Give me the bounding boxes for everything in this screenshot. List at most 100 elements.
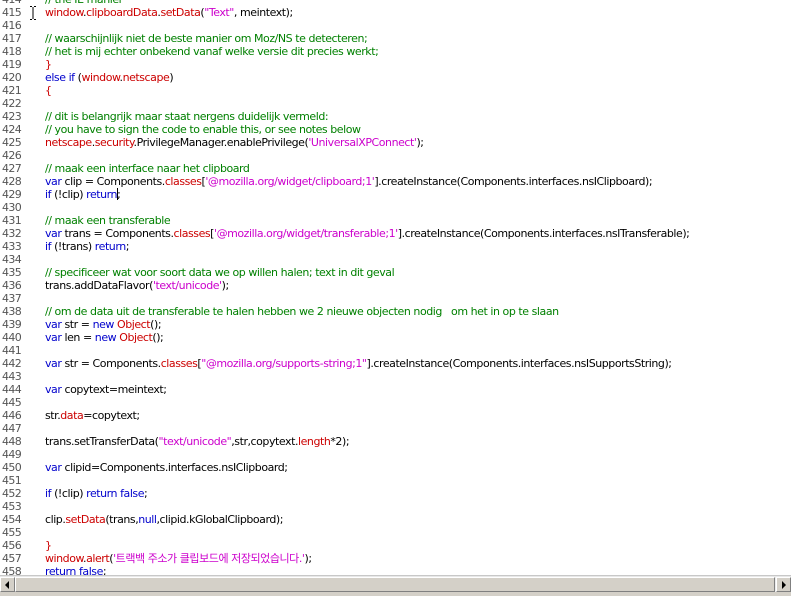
scrollbar-thumb[interactable] xyxy=(15,577,775,592)
code-token: // maak een interface naar het clipboard xyxy=(45,162,250,175)
code-token: 'text/unicode' xyxy=(152,279,222,292)
code-token: { xyxy=(45,84,52,97)
code-line[interactable]: 439 var str = new Object(); xyxy=(0,318,791,331)
line-text: clip.setData(trans,null,clipid.kGlobalCl… xyxy=(45,513,283,526)
code-line[interactable]: 419} xyxy=(0,58,791,71)
code-line[interactable]: 445 xyxy=(0,396,791,409)
code-token: (!clip) xyxy=(51,487,87,500)
code-token: setData xyxy=(65,513,106,526)
code-token: var xyxy=(45,383,62,396)
code-token: str = Components. xyxy=(61,357,161,370)
code-token: (); xyxy=(152,331,164,344)
code-line[interactable]: 455 xyxy=(0,526,791,539)
line-number: 425 xyxy=(2,136,22,149)
code-line[interactable]: 427 // maak een interface naar het clipbo… xyxy=(0,162,791,175)
line-number: 420 xyxy=(2,71,22,84)
code-token: security xyxy=(94,136,134,149)
line-number: 455 xyxy=(2,526,22,539)
code-line[interactable]: 421 { xyxy=(0,84,791,97)
code-line[interactable]: 454 clip.setData(trans,null,clipid.kGloba… xyxy=(0,513,791,526)
code-line[interactable]: 416 xyxy=(0,19,791,32)
code-line[interactable]: 458 return false; xyxy=(0,565,791,575)
code-line[interactable]: 436 trans.addDataFlavor('text/unicode'); xyxy=(0,279,791,292)
line-number: 432 xyxy=(2,227,22,240)
scroll-right-button[interactable] xyxy=(776,577,791,592)
code-line[interactable]: 438 // om de data uit de transferable te … xyxy=(0,305,791,318)
code-line[interactable]: 430 xyxy=(0,201,791,214)
line-number: 421 xyxy=(2,84,22,97)
code-token: 'UniversalXPConnect' xyxy=(308,136,417,149)
code-token: "@mozilla.org/supports-string;1" xyxy=(201,357,367,370)
line-number: 430 xyxy=(2,201,22,214)
code-line[interactable]: 442 var str = Components.classes["@mozill… xyxy=(0,357,791,370)
code-token: *2); xyxy=(330,435,350,448)
line-text: var trans = Components.classes['@mozilla… xyxy=(45,227,690,240)
code-token: } xyxy=(45,58,52,71)
code-token: length xyxy=(298,435,331,448)
code-token: // you have to sign the code to enable t… xyxy=(45,123,361,136)
code-line[interactable]: 415 window.clipboardData.setData("Text", … xyxy=(0,6,791,19)
code-line[interactable]: 456} xyxy=(0,539,791,552)
code-line[interactable]: 428 var clip = Components.classes['@mozil… xyxy=(0,175,791,188)
code-line[interactable]: 441 xyxy=(0,344,791,357)
code-line[interactable]: 457 window.alert('트랙백 주소가 클립보드에 저장되었습니다.'… xyxy=(0,552,791,565)
code-token: false xyxy=(78,565,103,575)
code-line[interactable]: 440 var len = new Object(); xyxy=(0,331,791,344)
scroll-left-button[interactable] xyxy=(0,577,15,592)
line-number: 445 xyxy=(2,396,22,409)
line-text: var clip = Components.classes['@mozilla.… xyxy=(45,175,653,188)
code-token: ,str,copytext. xyxy=(231,435,298,448)
line-text: // maak een interface naar het clipboard xyxy=(45,162,250,175)
code-token: var xyxy=(45,461,62,474)
code-token: .PrivilegeManager.enablePrivilege( xyxy=(133,136,309,149)
code-area[interactable]: 414// the IE manier415window.clipboardDa… xyxy=(0,0,791,575)
code-line[interactable]: 432 var trans = Components.classes['@mozi… xyxy=(0,227,791,240)
line-text: var str = new Object(); xyxy=(45,318,162,331)
horizontal-scrollbar[interactable] xyxy=(0,575,791,593)
line-number: 424 xyxy=(2,123,22,136)
code-line[interactable]: 429 if (!clip) return; xyxy=(0,188,791,201)
scrollbar-track[interactable] xyxy=(15,577,776,592)
code-token: len = xyxy=(61,331,95,344)
line-number: 438 xyxy=(2,305,22,318)
code-line[interactable]: 435 // specificeer wat voor soort data we… xyxy=(0,266,791,279)
code-line[interactable]: 426 xyxy=(0,149,791,162)
code-line[interactable]: 450 var clipid=Components.interfaces.nsIC… xyxy=(0,461,791,474)
code-line[interactable]: 423 // dit is belangrijk maar staat nerge… xyxy=(0,110,791,123)
line-number: 444 xyxy=(2,383,22,396)
code-line[interactable]: 451 xyxy=(0,474,791,487)
code-line[interactable]: 418 // het is mij echter onbekend vanaf w… xyxy=(0,45,791,58)
code-token: ( xyxy=(74,71,82,84)
code-line[interactable]: 422 xyxy=(0,97,791,110)
code-line[interactable]: 437 xyxy=(0,292,791,305)
code-line[interactable]: 452 if (!clip) return false; xyxy=(0,487,791,500)
text-caret xyxy=(117,188,119,200)
code-line[interactable]: 424 // you have to sign the code to enabl… xyxy=(0,123,791,136)
code-line[interactable]: 444 var copytext=meintext; xyxy=(0,383,791,396)
code-line[interactable]: 446 str.data=copytext; xyxy=(0,409,791,422)
code-line[interactable]: 417 // waarschijnlijk niet de beste manie… xyxy=(0,32,791,45)
code-editor[interactable]: 414// the IE manier415window.clipboardDa… xyxy=(0,0,791,575)
code-line[interactable]: 448 trans.setTransferData("text/unicode",… xyxy=(0,435,791,448)
line-number: 454 xyxy=(2,513,22,526)
line-number: 450 xyxy=(2,461,22,474)
code-line[interactable]: 443 xyxy=(0,370,791,383)
line-number: 441 xyxy=(2,344,22,357)
code-line[interactable]: 420 else if (window.netscape) xyxy=(0,71,791,84)
code-line[interactable]: 447 xyxy=(0,422,791,435)
code-token: return xyxy=(94,240,126,253)
line-number: 428 xyxy=(2,175,22,188)
code-token: (!trans) xyxy=(51,240,95,253)
code-line[interactable]: 433 if (!trans) return; xyxy=(0,240,791,253)
code-line[interactable]: 425 netscape.security.PrivilegeManager.en… xyxy=(0,136,791,149)
code-line[interactable]: 434 xyxy=(0,253,791,266)
code-line[interactable]: 431 // maak een transferable xyxy=(0,214,791,227)
code-token: netscape xyxy=(45,136,92,149)
code-line[interactable]: 453 xyxy=(0,500,791,513)
code-token: ; xyxy=(125,240,130,253)
code-line[interactable]: 449 xyxy=(0,448,791,461)
line-number: 456 xyxy=(2,539,22,552)
line-number: 451 xyxy=(2,474,22,487)
line-number: 448 xyxy=(2,435,22,448)
code-token: false xyxy=(120,487,145,500)
